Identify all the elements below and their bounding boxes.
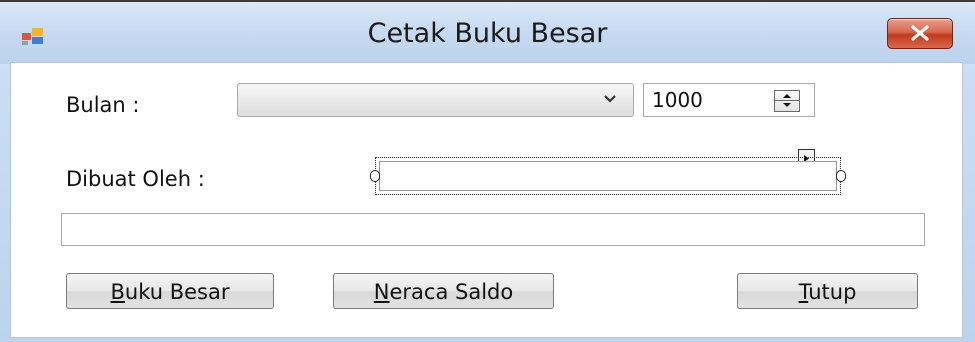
resize-handle-left[interactable]: [370, 170, 380, 182]
dialog-window: Cetak Buku Besar Bulan : 1000 Dibuat Ole…: [0, 0, 975, 342]
tutup-button[interactable]: Tutup: [737, 273, 918, 309]
neraca-saldo-label: eraca Saldo: [389, 280, 514, 304]
status-textbox[interactable]: [61, 213, 925, 246]
bulan-label: Bulan :: [66, 93, 140, 117]
neraca-saldo-accel: N: [373, 280, 390, 304]
buku-besar-label: uku Besar: [124, 280, 230, 304]
close-icon: [911, 25, 929, 41]
window-title: Cetak Buku Besar: [367, 18, 608, 49]
tutup-label: utup: [808, 280, 857, 304]
bulan-dropdown[interactable]: [237, 83, 634, 117]
neraca-saldo-button[interactable]: Neraca Saldo: [333, 273, 554, 309]
resize-handle-right[interactable]: [836, 170, 846, 182]
close-button[interactable]: [887, 18, 953, 49]
dibuat-oleh-input[interactable]: [379, 161, 837, 191]
dibuat-oleh-field[interactable]: [375, 157, 841, 195]
buku-besar-accel: B: [110, 280, 125, 304]
buku-besar-button[interactable]: Buku Besar: [66, 273, 274, 309]
chevron-down-icon: [604, 95, 616, 103]
tutup-accel: T: [798, 280, 809, 304]
year-spinner-value: 1000: [652, 88, 703, 112]
spin-divider: [775, 100, 799, 101]
spin-updown-icon[interactable]: [774, 90, 800, 112]
app-form-icon: [22, 28, 43, 45]
dialog-client-area: Bulan : 1000 Dibuat Oleh : Buku Besar Ne…: [10, 62, 963, 338]
title-bar: Cetak Buku Besar: [0, 0, 975, 64]
year-spinner[interactable]: 1000: [643, 83, 815, 117]
dibuat-oleh-label: Dibuat Oleh :: [66, 167, 205, 191]
spin-arrows: [783, 94, 791, 107]
